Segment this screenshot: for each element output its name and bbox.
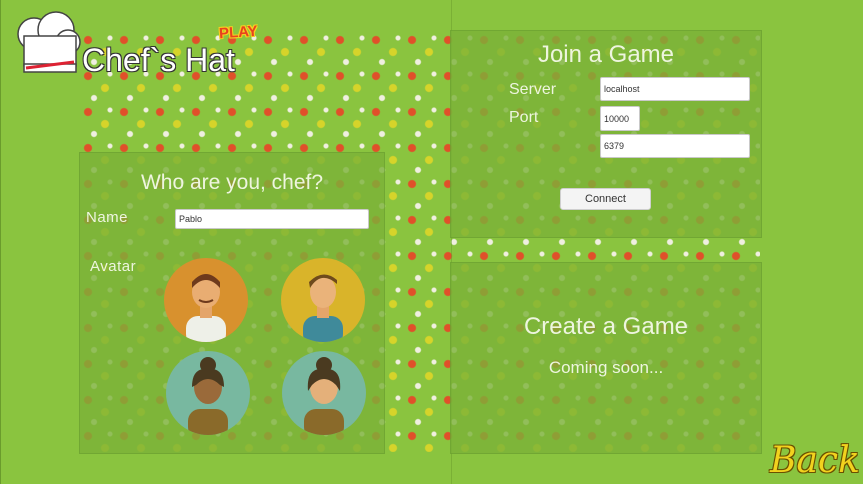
server-input[interactable] bbox=[600, 77, 750, 101]
name-input[interactable] bbox=[175, 209, 369, 229]
join-game-title: Join a Game bbox=[537, 41, 675, 68]
avatar-label: Avatar bbox=[90, 258, 137, 275]
create-game-title: Create a Game bbox=[523, 313, 689, 340]
app-title: Chef`s Hat bbox=[82, 42, 235, 78]
join-game-panel: Join a Game Server Port Connect bbox=[450, 30, 762, 238]
play-badge: PLAY bbox=[218, 22, 259, 43]
chef-avatar-3[interactable] bbox=[166, 351, 250, 435]
server-label: Server bbox=[509, 81, 557, 98]
back-button[interactable]: Back bbox=[770, 440, 860, 481]
chef-hat-logo-icon bbox=[10, 10, 84, 85]
create-game-status: Coming soon... bbox=[548, 358, 664, 377]
port2-input[interactable] bbox=[600, 134, 750, 158]
identity-title: Who are you, chef? bbox=[140, 171, 324, 194]
chef-avatar-4[interactable] bbox=[282, 351, 366, 435]
create-game-panel: Create a Game Coming soon... bbox=[450, 262, 762, 454]
connect-button[interactable]: Connect bbox=[560, 188, 651, 210]
name-label: Name bbox=[86, 209, 129, 226]
chef-avatar-2[interactable] bbox=[281, 258, 365, 342]
frame-line-left bbox=[0, 0, 1, 484]
identity-panel: Who are you, chef? Name Avatar bbox=[79, 152, 385, 454]
port-input[interactable] bbox=[600, 106, 640, 131]
chef-avatar-1[interactable] bbox=[164, 258, 248, 342]
port-label: Port bbox=[509, 109, 539, 126]
